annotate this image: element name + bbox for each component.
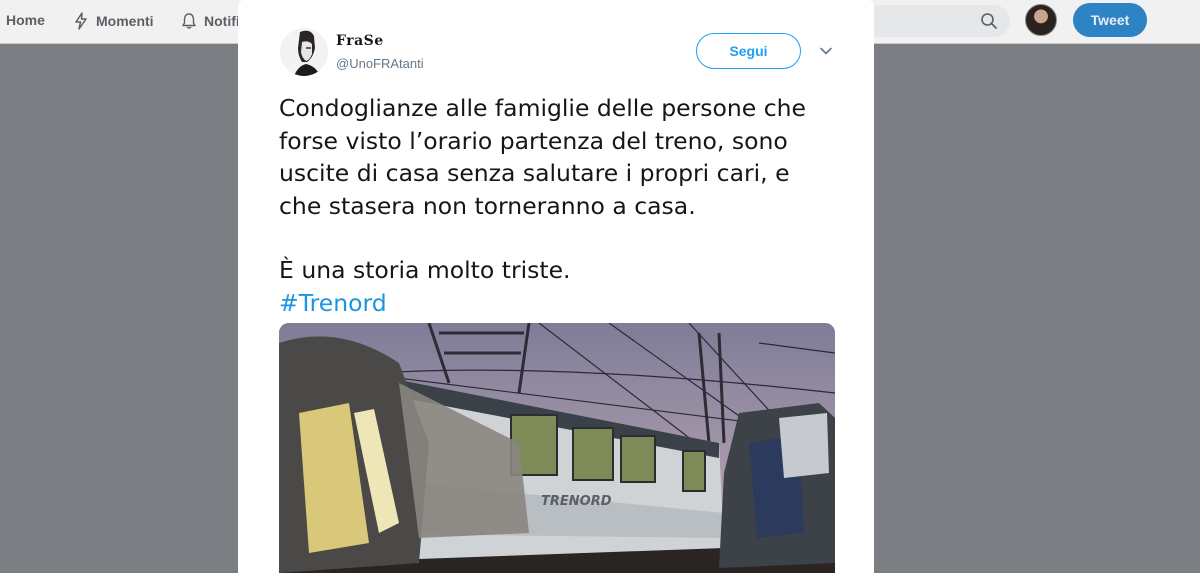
tweet-text-line: che stasera non torneranno a casa. bbox=[279, 191, 696, 220]
search-input[interactable] bbox=[858, 5, 1010, 37]
tweet-text-line: Condoglianze alle famiglie delle persone… bbox=[279, 94, 807, 122]
nav-home[interactable]: Home bbox=[6, 12, 45, 28]
follow-button[interactable]: Segui bbox=[696, 33, 801, 69]
train-wreck-photo: TRENORD bbox=[279, 323, 835, 573]
nav-home-label: Home bbox=[6, 12, 45, 28]
tweet-second-paragraph: È una storia molto triste. bbox=[279, 256, 571, 284]
tweet-photo[interactable]: TRENORD bbox=[279, 323, 835, 573]
author-username[interactable]: @UnoFRAtanti bbox=[336, 56, 424, 71]
nav-moments-label: Momenti bbox=[96, 13, 154, 29]
tweet-modal: FraSe @UnoFRAtanti Segui Condoglianze al… bbox=[238, 0, 874, 573]
author-avatar-image bbox=[280, 28, 328, 76]
tweet-button[interactable]: Tweet bbox=[1073, 3, 1147, 37]
chevron-down-icon[interactable] bbox=[818, 43, 834, 59]
nav-notifications[interactable]: Notifi bbox=[180, 12, 240, 30]
tweet-text: Condoglianze alle famiglie delle persone… bbox=[279, 92, 849, 319]
tweet-text-line: uscite di casa senza salutare i propri c… bbox=[279, 159, 790, 187]
train-logo-text: TRENORD bbox=[541, 494, 612, 509]
hashtag-link[interactable]: #Trenord bbox=[279, 287, 849, 320]
author-display-name[interactable]: FraSe bbox=[336, 33, 384, 49]
author-avatar[interactable] bbox=[280, 28, 328, 76]
nav-notifications-label: Notifi bbox=[204, 13, 240, 29]
tweet-text-line: forse visto l’orario partenza del treno,… bbox=[279, 126, 788, 155]
user-avatar[interactable] bbox=[1025, 4, 1057, 36]
search-icon[interactable] bbox=[980, 12, 998, 30]
nav-moments[interactable]: Momenti bbox=[72, 12, 154, 30]
lightning-icon bbox=[75, 12, 87, 30]
bell-icon bbox=[182, 13, 196, 29]
